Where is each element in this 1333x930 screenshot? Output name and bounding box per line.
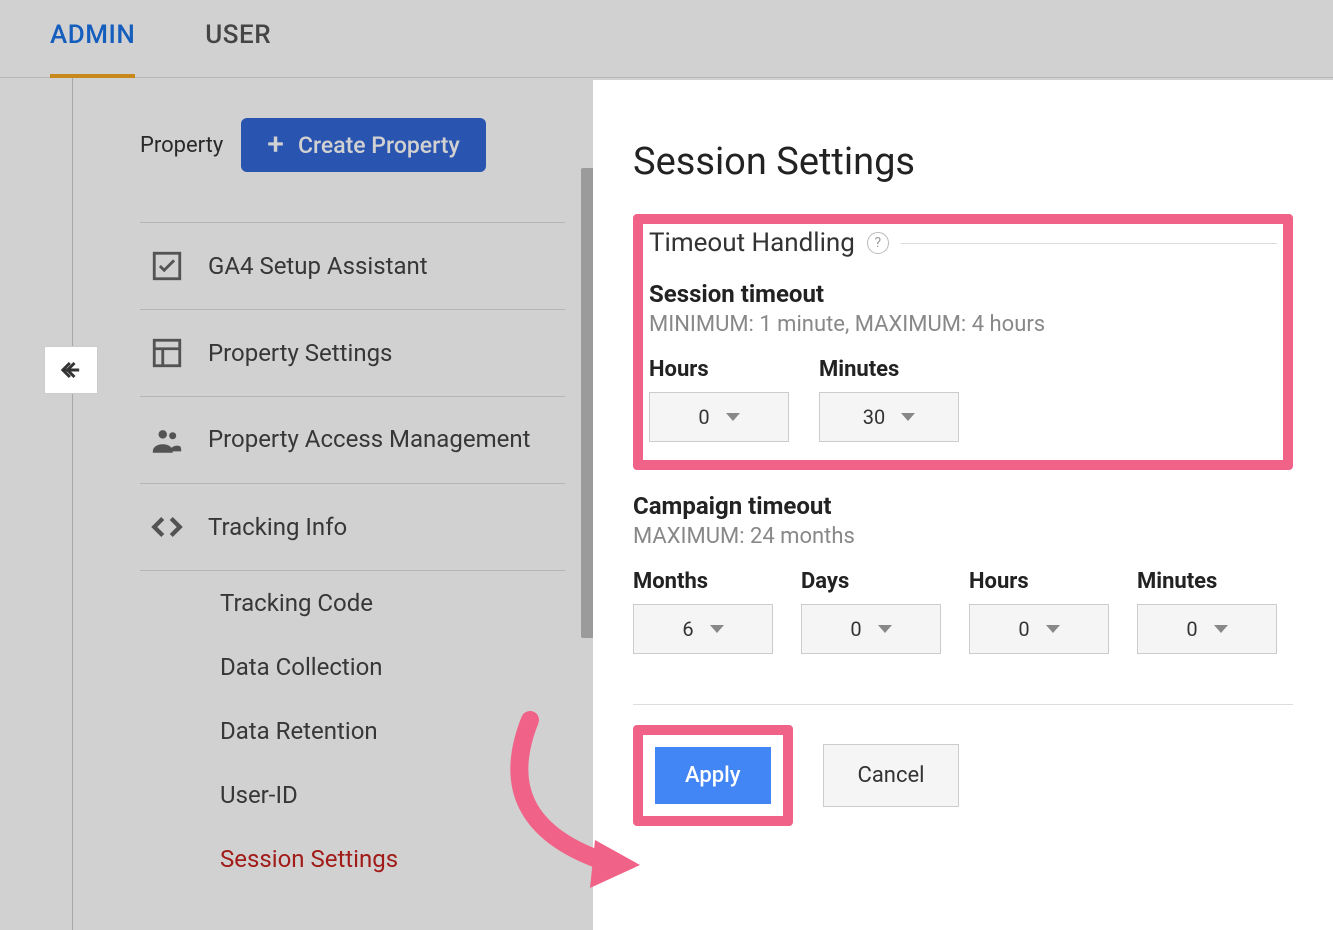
code-icon bbox=[150, 510, 184, 544]
session-timeout-label: Session timeout bbox=[649, 280, 1277, 308]
campaign-days-select[interactable]: 0 bbox=[801, 604, 941, 654]
tab-admin[interactable]: ADMIN bbox=[50, 20, 135, 78]
people-icon bbox=[150, 423, 184, 457]
cancel-button[interactable]: Cancel bbox=[823, 744, 960, 807]
plus-icon: + bbox=[267, 130, 284, 160]
chevron-down-icon bbox=[726, 413, 740, 421]
session-timeout-hint: MINIMUM: 1 minute, MAXIMUM: 4 hours bbox=[649, 312, 1277, 337]
top-tabs: ADMIN USER bbox=[0, 0, 1333, 78]
chevron-down-icon bbox=[710, 625, 724, 633]
campaign-months-select[interactable]: 6 bbox=[633, 604, 773, 654]
property-label: Property bbox=[140, 133, 223, 158]
apply-button[interactable]: Apply bbox=[655, 747, 771, 804]
campaign-timeout-label: Campaign timeout bbox=[633, 492, 1293, 520]
hours-label: Hours bbox=[649, 357, 789, 382]
create-property-button[interactable]: + Create Property bbox=[241, 118, 485, 172]
sidebar-rail bbox=[72, 78, 73, 930]
layout-icon bbox=[150, 336, 184, 370]
sidebar-item-tracking-info[interactable]: Tracking Info bbox=[140, 484, 565, 570]
chevron-down-icon bbox=[1046, 625, 1060, 633]
session-hours-select[interactable]: 0 bbox=[649, 392, 789, 442]
minutes-label: Minutes bbox=[1137, 569, 1277, 594]
chevron-down-icon bbox=[1214, 625, 1228, 633]
sidebar-item-ga4[interactable]: GA4 Setup Assistant bbox=[140, 223, 565, 309]
arrow-left-icon bbox=[57, 356, 85, 384]
panel-title: Session Settings bbox=[633, 140, 1293, 184]
sub-item-tracking-code[interactable]: Tracking Code bbox=[210, 571, 565, 635]
campaign-timeout-hint: MAXIMUM: 24 months bbox=[633, 524, 1293, 549]
campaign-minutes-select[interactable]: 0 bbox=[1137, 604, 1277, 654]
sidebar-item-label: Property Access Management bbox=[208, 423, 530, 455]
sidebar-item-label: GA4 Setup Assistant bbox=[208, 252, 428, 280]
collapse-sidebar-button[interactable] bbox=[44, 346, 98, 394]
create-property-label: Create Property bbox=[298, 132, 460, 159]
minutes-label: Minutes bbox=[819, 357, 959, 382]
session-settings-panel: Session Settings Timeout Handling ? Sess… bbox=[593, 80, 1333, 930]
sub-item-user-id[interactable]: User-ID bbox=[210, 763, 565, 827]
checkbox-icon bbox=[150, 249, 184, 283]
sub-item-data-collection[interactable]: Data Collection bbox=[210, 635, 565, 699]
sidebar: Property + Create Property GA4 Setup Ass… bbox=[0, 78, 595, 930]
help-icon[interactable]: ? bbox=[867, 232, 889, 254]
session-minutes-select[interactable]: 30 bbox=[819, 392, 959, 442]
sub-item-data-retention[interactable]: Data Retention bbox=[210, 699, 565, 763]
session-minutes-value: 30 bbox=[863, 405, 885, 429]
sidebar-item-label: Tracking Info bbox=[208, 513, 347, 541]
campaign-hours-select[interactable]: 0 bbox=[969, 604, 1109, 654]
tab-user[interactable]: USER bbox=[205, 20, 271, 77]
sub-item-session-settings[interactable]: Session Settings bbox=[210, 827, 565, 891]
days-label: Days bbox=[801, 569, 941, 594]
timeout-highlight: Timeout Handling ? Session timeout MINIM… bbox=[633, 214, 1293, 470]
chevron-down-icon bbox=[878, 625, 892, 633]
session-hours-value: 0 bbox=[698, 405, 709, 429]
sidebar-item-label: Property Settings bbox=[208, 339, 392, 367]
sidebar-item-access-management[interactable]: Property Access Management bbox=[140, 397, 565, 483]
months-label: Months bbox=[633, 569, 773, 594]
sidebar-item-property-settings[interactable]: Property Settings bbox=[140, 310, 565, 396]
apply-highlight: Apply bbox=[633, 725, 793, 826]
chevron-down-icon bbox=[901, 413, 915, 421]
hours-label: Hours bbox=[969, 569, 1109, 594]
timeout-heading: Timeout Handling bbox=[649, 228, 855, 258]
